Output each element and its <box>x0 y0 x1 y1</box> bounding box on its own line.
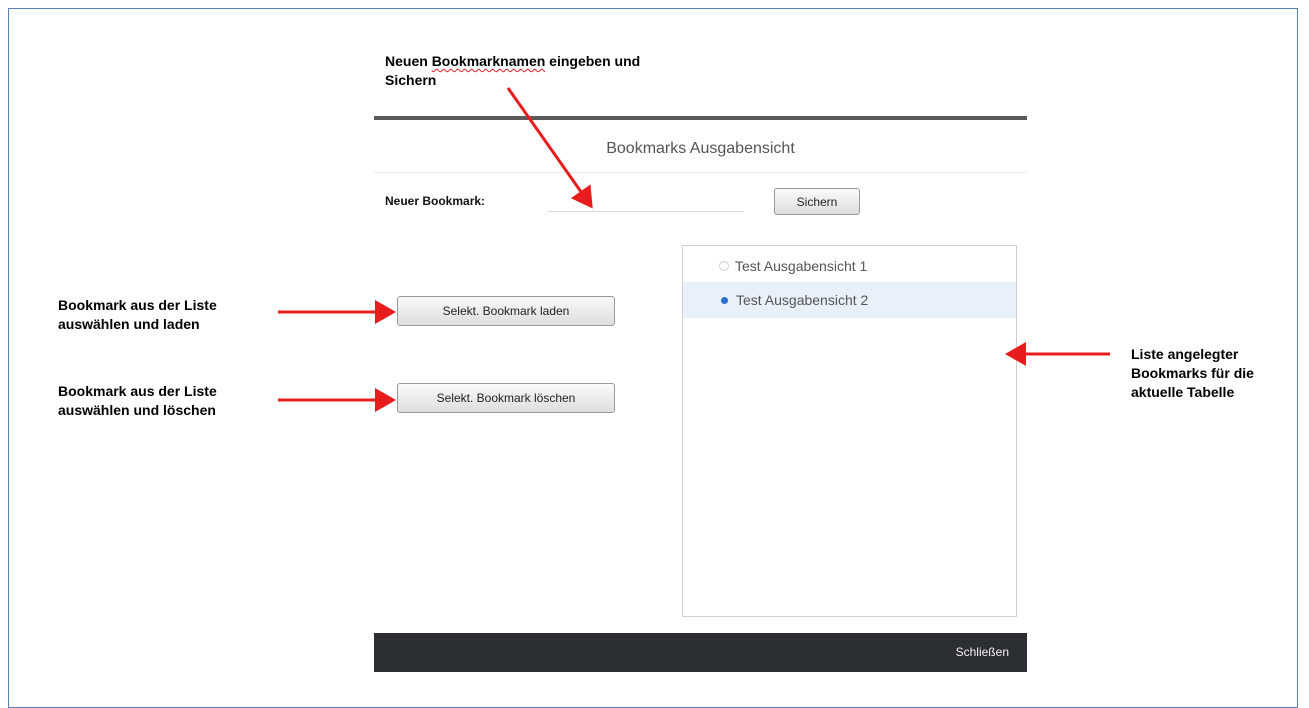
save-button[interactable]: Sichern <box>774 188 860 215</box>
dialog-footer: Schließen <box>374 633 1027 672</box>
new-bookmark-label: Neuer Bookmark: <box>385 194 486 208</box>
title-divider <box>374 172 1027 173</box>
bookmark-label: Test Ausgabensicht 2 <box>736 292 869 308</box>
new-bookmark-input[interactable] <box>547 188 744 212</box>
bookmark-list[interactable]: Test Ausgabensicht 1 Test Ausgabensicht … <box>682 245 1017 617</box>
spellcheck-word: Bookmarknamen <box>431 53 546 69</box>
radio-selected-icon[interactable] <box>721 296 728 304</box>
dialog-title: Bookmarks Ausgabensicht <box>606 140 795 157</box>
dialog-top-bar <box>374 116 1027 120</box>
annotation-new-bookmark: Neuen Bookmarknamen eingeben und Sichern <box>385 53 641 88</box>
list-item-selected[interactable]: Test Ausgabensicht 2 <box>683 282 1016 318</box>
list-item[interactable]: Test Ausgabensicht 1 <box>683 248 1016 284</box>
annotation-load-bookmark: Bookmark aus der Liste auswählen und lad… <box>58 297 217 332</box>
annotation-delete-bookmark: Bookmark aus der Liste auswählen und lös… <box>58 383 217 418</box>
bookmark-label: Test Ausgabensicht 1 <box>735 258 868 274</box>
document-frame <box>8 8 1298 708</box>
delete-bookmark-button[interactable]: Selekt. Bookmark löschen <box>397 383 615 413</box>
close-button[interactable]: Schließen <box>956 645 1009 659</box>
radio-unselected-icon[interactable] <box>719 261 729 271</box>
load-bookmark-button[interactable]: Selekt. Bookmark laden <box>397 296 615 326</box>
annotation-bookmark-list: Liste angelegter Bookmarks für die aktue… <box>1131 346 1254 400</box>
